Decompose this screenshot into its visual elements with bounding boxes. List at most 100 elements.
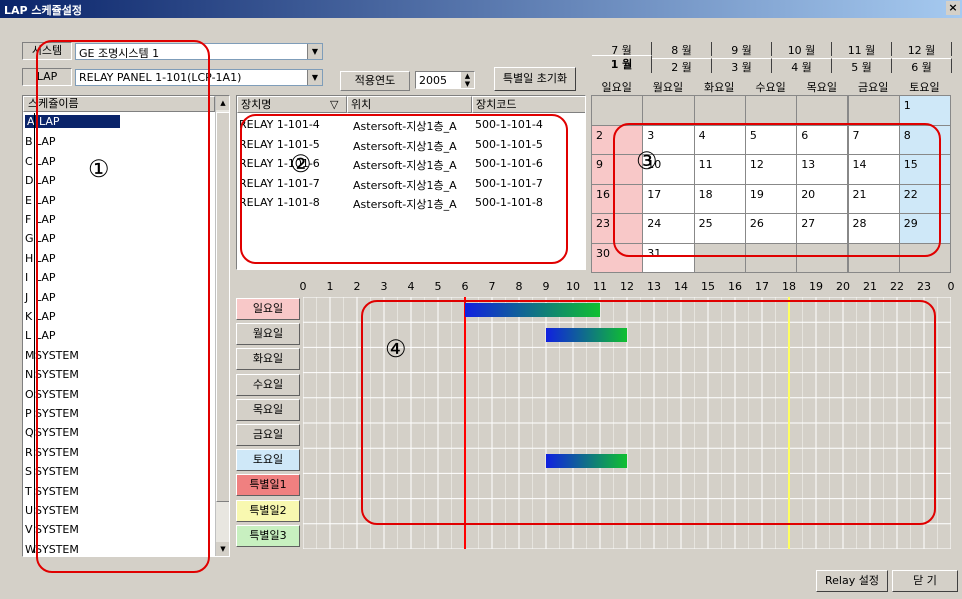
scroll-thumb[interactable] xyxy=(216,112,229,502)
calendar-day-cell[interactable]: 31 xyxy=(642,242,695,273)
list-item[interactable]: P SYSTEM xyxy=(23,404,218,423)
chevron-down-icon[interactable]: ▼ xyxy=(307,70,322,85)
calendar-day-cell[interactable]: 20 xyxy=(796,183,849,214)
calendar-day-cell[interactable]: 21 xyxy=(847,183,900,214)
col-header-location[interactable]: 위치 xyxy=(347,96,472,113)
calendar-day-cell[interactable]: 12 xyxy=(744,154,798,185)
calendar-day-cell[interactable]: 7 xyxy=(847,124,900,155)
tab-month[interactable]: 5 월 xyxy=(832,58,892,74)
device-table[interactable]: 장치명 ▽ 위치 장치코드 RELAY 1-101-4 Astersoft-지상1층… xyxy=(236,95,586,270)
list-item[interactable]: R SYSTEM xyxy=(23,443,218,462)
calendar-day-cell[interactable]: 24 xyxy=(642,213,695,244)
list-item[interactable]: J LAP xyxy=(23,288,218,307)
list-item[interactable]: S SYSTEM xyxy=(23,462,218,481)
list-item[interactable]: V SYSTEM xyxy=(23,520,218,539)
list-item[interactable]: M SYSTEM xyxy=(23,346,218,365)
list-item[interactable]: Q SYSTEM xyxy=(23,423,218,442)
day-row-button[interactable]: 월요일 xyxy=(236,323,300,346)
tab-month[interactable]: 10 월 xyxy=(772,42,832,57)
day-row-button[interactable]: 특별일3 xyxy=(236,524,300,547)
calendar-day-cell[interactable]: 1 xyxy=(898,95,952,126)
calendar-day-cell[interactable]: 11 xyxy=(693,154,746,185)
list-item[interactable]: A LAP xyxy=(23,113,218,132)
tab-month[interactable]: 1 월 xyxy=(592,55,652,73)
calendar-day-cell[interactable]: 15 xyxy=(898,154,952,185)
tab-month[interactable]: 7 월 xyxy=(592,42,652,57)
list-item[interactable]: W SYSTEM xyxy=(23,540,218,556)
calendar-day-cell[interactable]: 18 xyxy=(693,183,746,214)
day-row-button[interactable]: 화요일 xyxy=(236,348,300,371)
day-row-button[interactable]: 목요일 xyxy=(236,398,300,421)
year-spinner[interactable]: 2005 ▲ ▼ xyxy=(415,71,475,89)
schedule-bar[interactable] xyxy=(465,302,600,317)
title-bar: LAP 스케쥴설정 × xyxy=(0,0,962,18)
calendar-day-cell[interactable]: 8 xyxy=(898,124,952,155)
calendar-day-cell[interactable]: 4 xyxy=(693,124,746,155)
holiday-reset-button[interactable]: 특별일 초기화 xyxy=(494,67,576,91)
schedule-bar[interactable] xyxy=(546,453,627,468)
calendar-day-cell[interactable]: 26 xyxy=(744,213,798,244)
calendar-day-cell[interactable]: 6 xyxy=(796,124,849,155)
list-item[interactable]: K LAP xyxy=(23,307,218,326)
schedule-bar[interactable] xyxy=(546,327,627,342)
list-item[interactable]: H LAP xyxy=(23,249,218,268)
tab-month[interactable]: 8 월 xyxy=(652,42,712,57)
spinner-arrows-icon[interactable]: ▲ ▼ xyxy=(461,72,474,88)
schedule-scrollbar[interactable]: ▲ ▼ xyxy=(215,96,229,556)
calendar-day-cell[interactable]: 30 xyxy=(591,242,644,273)
tab-month[interactable]: 3 월 xyxy=(712,58,772,74)
list-item[interactable]: C LAP xyxy=(23,152,218,171)
schedule-list[interactable]: 스케쥴이름 A LAP B LAP C LAP D LAP E LAP F LAP G LAP H LAP I L… xyxy=(22,95,230,557)
calendar-day-cell[interactable]: 16 xyxy=(591,183,644,214)
panel-select[interactable]: RELAY PANEL 1-101(LCP-1A1) ▼ xyxy=(75,69,323,86)
device-code-cell: 500-1-101-4 xyxy=(475,118,543,131)
list-item[interactable]: G LAP xyxy=(23,229,218,248)
list-item[interactable]: D LAP xyxy=(23,171,218,190)
tab-month[interactable]: 4 월 xyxy=(772,58,832,74)
day-row-button[interactable]: 금요일 xyxy=(236,424,300,446)
tab-month[interactable]: 11 월 xyxy=(832,42,892,57)
calendar-day-cell[interactable]: 17 xyxy=(642,183,695,214)
close-icon[interactable]: × xyxy=(946,1,960,15)
relay-settings-button[interactable]: Relay 설정 xyxy=(816,570,888,592)
calendar-day-cell[interactable]: 29 xyxy=(898,213,952,244)
list-item[interactable]: F LAP xyxy=(23,210,218,229)
day-row-button[interactable]: 토요일 xyxy=(236,449,300,472)
calendar-day-cell[interactable]: 19 xyxy=(744,183,798,214)
day-row-button[interactable]: 특별일1 xyxy=(236,474,300,497)
calendar-day-number: 28 xyxy=(852,217,867,230)
calendar-day-cell[interactable]: 5 xyxy=(744,124,798,155)
tab-month[interactable]: 12 월 xyxy=(892,42,952,57)
calendar-day-cell[interactable]: 27 xyxy=(796,213,849,244)
day-row-button[interactable]: 수요일 xyxy=(236,373,300,396)
system-select[interactable]: GE 조명시스템 1 ▼ xyxy=(75,43,323,60)
col-header-name[interactable]: 장치명 ▽ xyxy=(237,96,347,113)
calendar-day-cell[interactable]: 28 xyxy=(847,213,900,244)
tab-month[interactable]: 9 월 xyxy=(712,42,772,57)
schedule-letter: N xyxy=(25,368,34,382)
calendar-day-cell[interactable]: 13 xyxy=(796,154,849,185)
list-item[interactable]: B LAP xyxy=(23,132,218,151)
list-item[interactable]: U SYSTEM xyxy=(23,501,218,520)
calendar-day-cell[interactable]: 14 xyxy=(847,154,900,185)
scroll-down-icon[interactable]: ▼ xyxy=(216,542,229,556)
chevron-down-icon[interactable]: ▼ xyxy=(307,44,322,59)
tab-month[interactable]: 2 월 xyxy=(652,58,712,74)
list-item[interactable]: L LAP xyxy=(23,326,218,345)
day-row-button[interactable]: 일요일 xyxy=(236,298,300,320)
close-button[interactable]: 닫 기 xyxy=(892,570,958,592)
calendar-day-cell[interactable]: 23 xyxy=(591,213,644,244)
device-location-cell: Astersoft-지상1층_A xyxy=(353,120,457,133)
list-item[interactable]: O SYSTEM xyxy=(23,385,218,404)
col-header-code[interactable]: 장치코드 xyxy=(472,96,585,113)
list-item[interactable]: N SYSTEM xyxy=(23,365,218,384)
scroll-up-icon[interactable]: ▲ xyxy=(216,96,229,110)
list-item[interactable]: E LAP xyxy=(23,191,218,210)
calendar-day-cell[interactable]: 25 xyxy=(693,213,746,244)
year-label: 적용연도 xyxy=(340,71,410,91)
tab-month[interactable]: 6 월 xyxy=(892,58,952,74)
list-item[interactable]: I LAP xyxy=(23,268,218,287)
calendar-day-cell[interactable]: 22 xyxy=(898,183,952,214)
day-row-button[interactable]: 특별일2 xyxy=(236,499,300,522)
list-item[interactable]: T SYSTEM xyxy=(23,482,218,501)
